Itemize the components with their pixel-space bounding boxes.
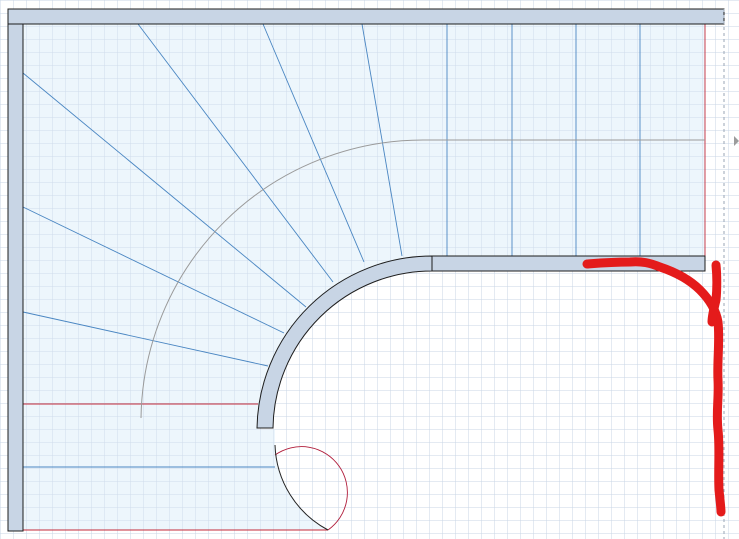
top-wall (7, 8, 725, 25)
red-marker-stroke-top (707, 260, 722, 327)
left-wall (7, 23, 24, 532)
stair-plan-drawing (0, 0, 739, 539)
stair-plan-canvas (0, 0, 739, 539)
